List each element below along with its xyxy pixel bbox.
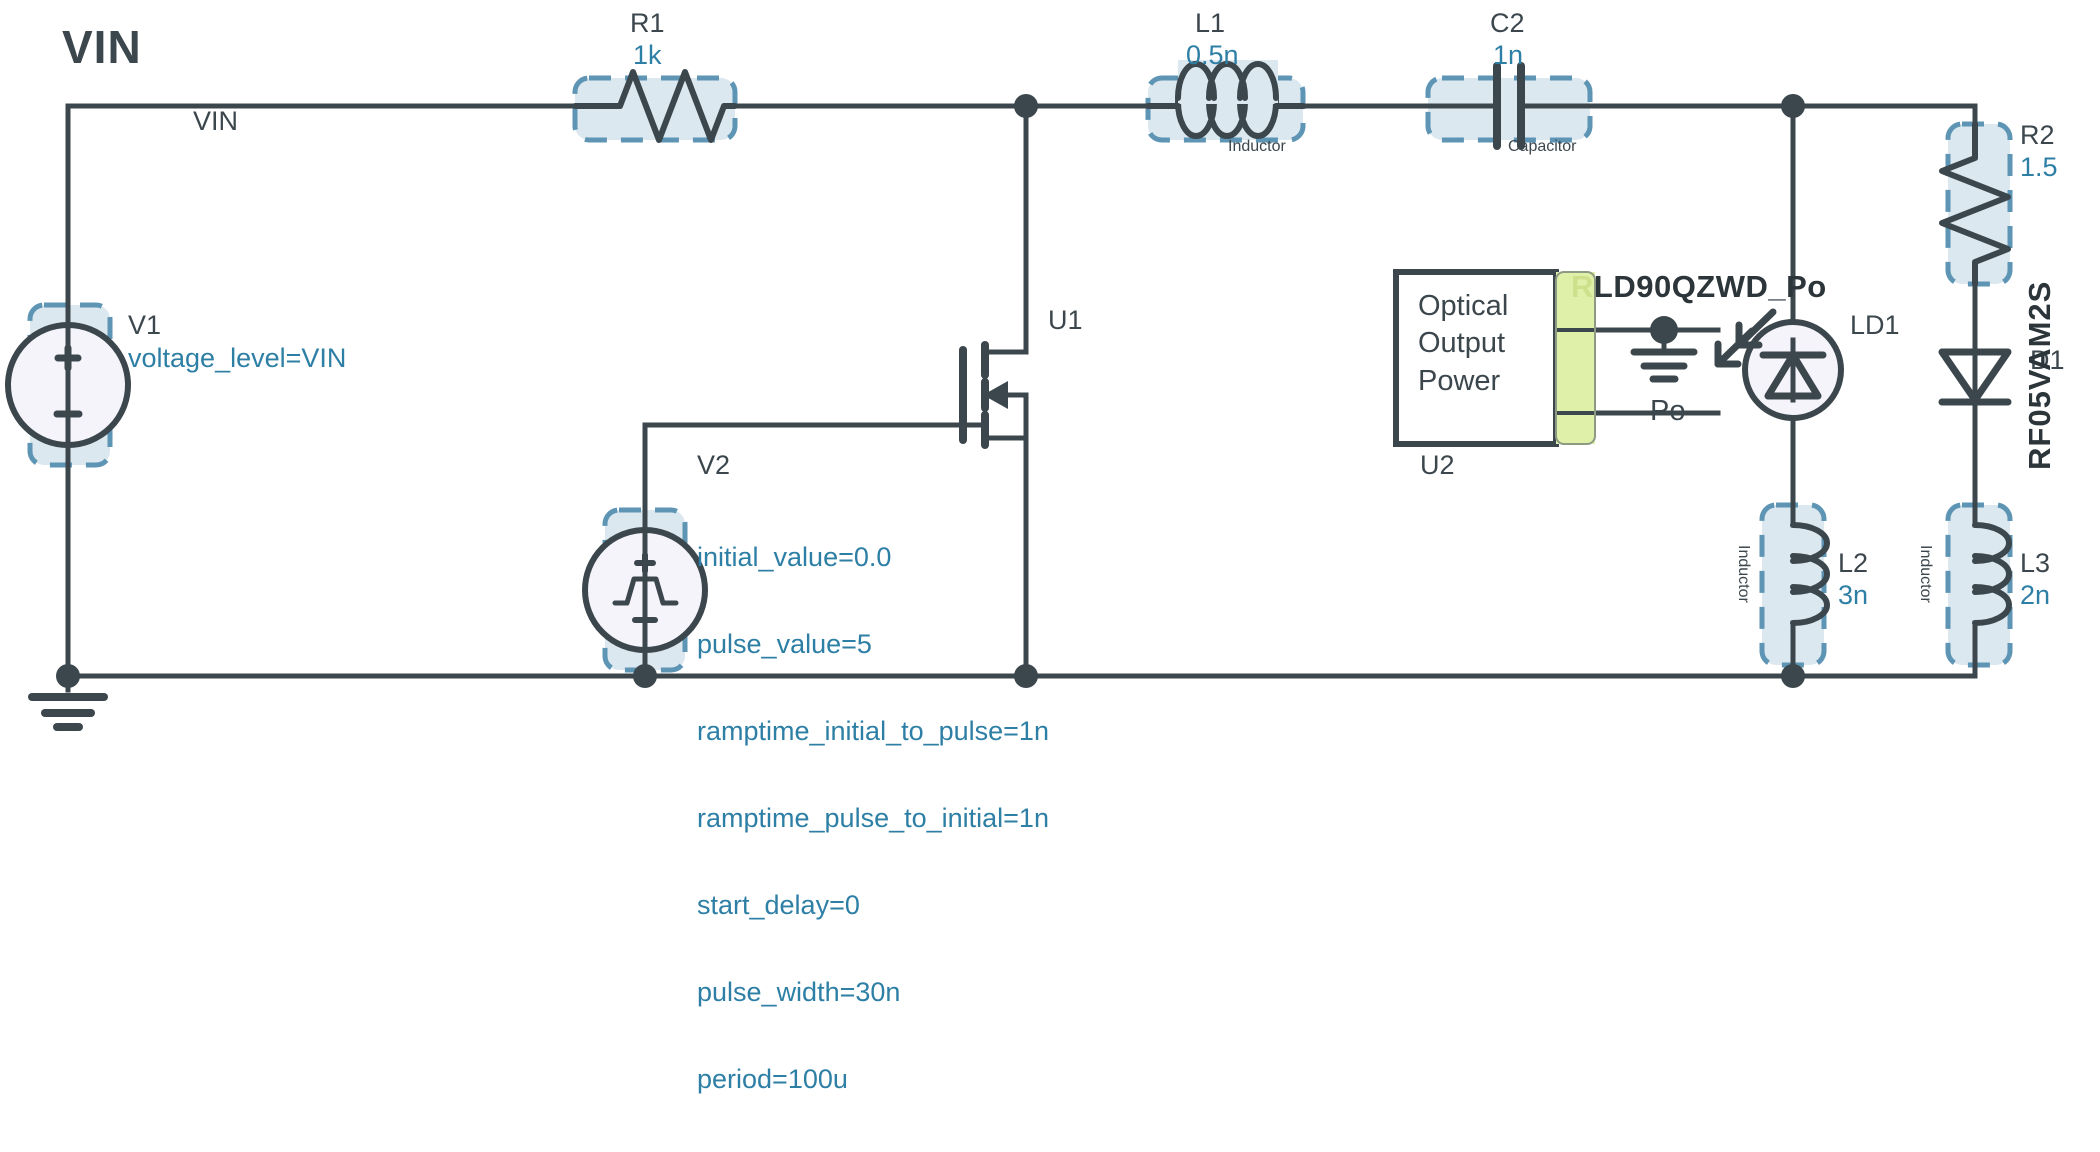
ref-label-c2[interactable]: C2	[1490, 8, 1525, 39]
value-label-c2[interactable]: 1n	[1493, 40, 1523, 71]
junction-dot-u1-drain	[1014, 94, 1038, 118]
page-title: VIN	[62, 21, 142, 73]
ref-label-ld1[interactable]: LD1	[1850, 310, 1900, 341]
kind-label-l3: Inductor	[1917, 545, 1934, 603]
ground-symbol-main[interactable]	[28, 673, 108, 731]
diode-d1-symbol[interactable]	[1938, 337, 2012, 423]
ref-label-v2[interactable]: V2	[697, 450, 730, 481]
junction-dot-v2-gnd	[633, 664, 657, 688]
part-name-u2-prefix: R	[1571, 269, 1594, 304]
voltage-source-v1-symbol[interactable]	[5, 322, 131, 448]
ref-label-l3[interactable]: L3	[2020, 548, 2050, 579]
kind-label-l1: Inductor	[1228, 138, 1286, 155]
param-v2-0: initial_value=0.0	[697, 542, 892, 572]
net-label-vin: VIN	[193, 106, 239, 136]
ref-label-v1[interactable]: V1	[128, 310, 161, 341]
ref-label-r1[interactable]: R1	[630, 8, 665, 39]
ground-symbol-u2[interactable]	[1630, 327, 1698, 383]
ref-label-u2[interactable]: U2	[1420, 450, 1455, 481]
param-v2-1: pulse_value=5	[697, 629, 872, 659]
params-list-v2[interactable]: initial_value=0.0 pulse_value=5 ramptime…	[697, 485, 1049, 1152]
ref-label-l2[interactable]: L2	[1838, 548, 1868, 579]
ref-label-r2[interactable]: R2	[2020, 120, 2055, 151]
part-name-d1[interactable]: RF05VAM2S	[2022, 281, 2058, 470]
param-v2-2: ramptime_initial_to_pulse=1n	[697, 716, 1049, 746]
schematic-canvas[interactable]: VIN VIN R1 1k L1 0.5n Inductor C2 1n Cap…	[0, 0, 2100, 1094]
kind-label-l2: Inductor	[1735, 545, 1752, 603]
param-v2-3: ramptime_pulse_to_initial=1n	[697, 803, 1049, 833]
kind-label-c2: Capacitor	[1508, 138, 1577, 155]
mosfet-u1-symbol[interactable]	[927, 325, 1029, 453]
junction-dot-l2-gnd	[1781, 664, 1805, 688]
param-label-v1[interactable]: voltage_level=VIN	[128, 343, 346, 374]
value-label-r2[interactable]: 1.5	[2020, 152, 2058, 183]
u2-line-0: Optical	[1418, 290, 1509, 322]
value-label-r1[interactable]: 1k	[633, 40, 662, 71]
ref-label-l1[interactable]: L1	[1195, 8, 1225, 39]
value-label-l3[interactable]: 2n	[2020, 580, 2050, 611]
part-name-u2[interactable]: RLD90QZWD_Po	[1571, 269, 1827, 305]
part-name-u2-main: LD90QZWD_Po	[1593, 269, 1827, 304]
u2-line-2: Power	[1418, 365, 1501, 397]
selection-box-c2[interactable]	[1425, 75, 1593, 143]
param-v2-5: pulse_width=30n	[697, 977, 901, 1007]
u2-line-1: Output	[1418, 327, 1506, 359]
laser-diode-ld1-symbol[interactable]	[1714, 308, 1844, 421]
voltage-source-v2-symbol[interactable]	[582, 527, 708, 653]
param-v2-4: start_delay=0	[697, 890, 860, 920]
pin-label-po: Po	[1650, 395, 1686, 427]
value-label-l1[interactable]: 0.5n	[1186, 40, 1239, 71]
ref-label-u1[interactable]: U1	[1048, 305, 1083, 336]
junction-dot-ld1-top	[1781, 94, 1805, 118]
value-label-l2[interactable]: 3n	[1838, 580, 1868, 611]
param-v2-6: period=100u	[697, 1064, 848, 1094]
